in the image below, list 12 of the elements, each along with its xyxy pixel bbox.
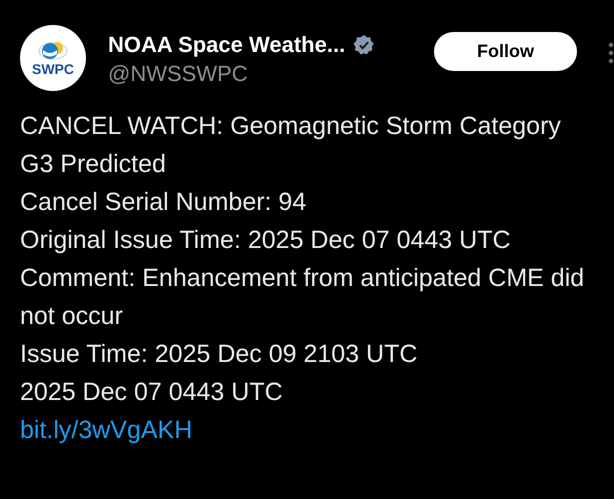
more-options-icon[interactable] bbox=[608, 42, 614, 64]
post-text-line: Comment: Enhancement from anticipated CME did not occur bbox=[20, 263, 586, 332]
post-text-line: Cancel Serial Number: 94 bbox=[20, 187, 308, 218]
follow-button[interactable]: Follow bbox=[434, 32, 577, 71]
logo-text: SWPC bbox=[32, 62, 74, 76]
post-text-line: Original Issue Time: 2025 Dec 07 0443 UTC bbox=[20, 225, 512, 256]
account-name[interactable]: NOAA Space Weathe... bbox=[108, 31, 346, 59]
post-text-line: Issue Time: 2025 Dec 09 2103 UTC bbox=[20, 339, 418, 370]
post-text-line: 2025 Dec 07 0443 UTC bbox=[20, 377, 284, 408]
post-link[interactable]: bit.ly/3wVgAKH bbox=[20, 411, 192, 449]
post-text-line: CANCEL WATCH: Geomagnetic Storm Category G3 Predicted bbox=[20, 111, 562, 180]
account-handle: @NWSSWPC bbox=[108, 60, 249, 88]
